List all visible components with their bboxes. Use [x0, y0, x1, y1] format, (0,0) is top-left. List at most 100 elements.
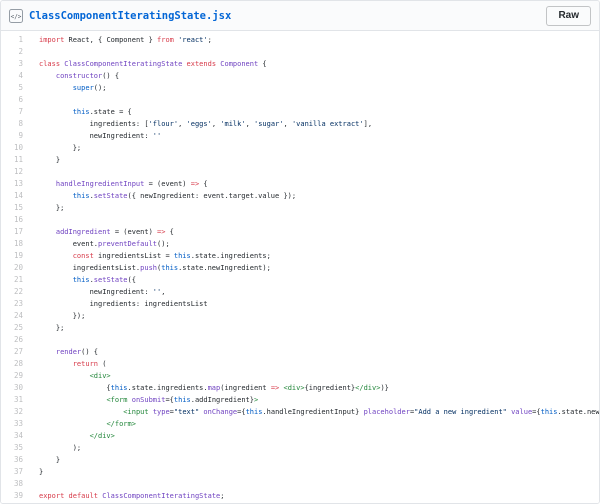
- code-line: 14 this.setState({ newIngredient: event.…: [1, 190, 599, 202]
- code-text: this.setState({: [72, 276, 136, 284]
- line-number[interactable]: 6: [1, 94, 31, 106]
- line-number[interactable]: 5: [1, 82, 31, 94]
- code-text: });: [39, 312, 86, 320]
- code-table: 1 import React, { Component } from 'react…: [1, 34, 599, 502]
- code-line: 21 this.setState({: [1, 274, 599, 286]
- line-number[interactable]: 38: [1, 478, 31, 490]
- code-line: 27 render() {: [1, 346, 599, 358]
- code-text: {this.state.ingredients.map(ingredient =…: [39, 384, 389, 392]
- code-text: </div>: [89, 432, 115, 440]
- line-number[interactable]: 17: [1, 226, 31, 238]
- line-number[interactable]: 28: [1, 358, 31, 370]
- line-number[interactable]: 22: [1, 286, 31, 298]
- line-number[interactable]: 16: [1, 214, 31, 226]
- code-text: newIngredient: '': [39, 132, 162, 140]
- code-area: 1 import React, { Component } from 'react…: [1, 31, 599, 503]
- code-line: 22 newIngredient: '',: [1, 286, 599, 298]
- line-number[interactable]: 15: [1, 202, 31, 214]
- line-number[interactable]: 21: [1, 274, 31, 286]
- line-number[interactable]: 1: [1, 34, 31, 46]
- line-number[interactable]: 23: [1, 298, 31, 310]
- code-text: return (: [72, 360, 107, 368]
- raw-button[interactable]: Raw: [546, 5, 591, 26]
- code-line: 5 super();: [1, 82, 599, 94]
- line-number[interactable]: 25: [1, 322, 31, 334]
- code-line: 15 };: [1, 202, 599, 214]
- line-number[interactable]: 31: [1, 394, 31, 406]
- code-line: 11 }: [1, 154, 599, 166]
- line-number[interactable]: 26: [1, 334, 31, 346]
- code-text: addIngredient = (event) => {: [55, 228, 174, 236]
- code-text: this.state = {: [72, 108, 132, 116]
- line-number[interactable]: 39: [1, 490, 31, 502]
- code-line: 18 event.preventDefault();: [1, 238, 599, 250]
- code-line: 29 <div>: [1, 370, 599, 382]
- line-number[interactable]: 11: [1, 154, 31, 166]
- code-line: 28 return (: [1, 358, 599, 370]
- code-text: super();: [72, 84, 107, 92]
- code-line: 30 {this.state.ingredients.map(ingredien…: [1, 382, 599, 394]
- line-number[interactable]: 30: [1, 382, 31, 394]
- code-text: event.preventDefault();: [39, 240, 170, 248]
- code-text: <form onSubmit={this.addIngredient}>: [106, 396, 259, 404]
- line-number[interactable]: 29: [1, 370, 31, 382]
- file-header: </> ClassComponentIteratingState.jsx Raw: [1, 1, 599, 31]
- line-number[interactable]: 33: [1, 418, 31, 430]
- code-text: };: [39, 324, 65, 332]
- line-number[interactable]: 37: [1, 466, 31, 478]
- line-number[interactable]: 14: [1, 190, 31, 202]
- code-line: 2: [1, 46, 599, 58]
- code-line: 34 </div>: [1, 430, 599, 442]
- code-text: constructor() {: [55, 72, 120, 80]
- code-line: 4 constructor() {: [1, 70, 599, 82]
- code-line: 9 newIngredient: '': [1, 130, 599, 142]
- code-text: const ingredientsList = this.state.ingre…: [72, 252, 271, 260]
- line-number[interactable]: 13: [1, 178, 31, 190]
- code-text: ingredients: ['flour', 'eggs', 'milk', '…: [39, 120, 373, 128]
- line-number[interactable]: 32: [1, 406, 31, 418]
- line-number[interactable]: 18: [1, 238, 31, 250]
- code-line: 36 }: [1, 454, 599, 466]
- code-line: 1 import React, { Component } from 'react…: [1, 34, 599, 46]
- code-text: ingredients: ingredientsList: [39, 300, 208, 308]
- line-number[interactable]: 2: [1, 46, 31, 58]
- line-number[interactable]: 3: [1, 58, 31, 70]
- line-number[interactable]: 12: [1, 166, 31, 178]
- code-line: 26: [1, 334, 599, 346]
- code-line: 31 <form onSubmit={this.addIngredient}>: [1, 394, 599, 406]
- code-line: 20 ingredientsList.push(this.state.newIn…: [1, 262, 599, 274]
- code-text: newIngredient: '',: [39, 288, 166, 296]
- line-number[interactable]: 20: [1, 262, 31, 274]
- code-text: class ClassComponentIteratingState exten…: [39, 60, 267, 68]
- line-number[interactable]: 35: [1, 442, 31, 454]
- code-text: };: [39, 144, 82, 152]
- line-number[interactable]: 36: [1, 454, 31, 466]
- line-number[interactable]: 19: [1, 250, 31, 262]
- line-number[interactable]: 10: [1, 142, 31, 154]
- code-text: }: [39, 456, 61, 464]
- code-line: 39 export default ClassComponentIterating…: [1, 490, 599, 502]
- line-number[interactable]: 34: [1, 430, 31, 442]
- line-number[interactable]: 8: [1, 118, 31, 130]
- line-number[interactable]: 24: [1, 310, 31, 322]
- code-text: import React, { Component } from 'react'…: [39, 36, 212, 44]
- code-line: 12: [1, 166, 599, 178]
- file-name-link[interactable]: ClassComponentIteratingState.jsx: [29, 10, 546, 22]
- line-number[interactable]: 9: [1, 130, 31, 142]
- line-number[interactable]: 4: [1, 70, 31, 82]
- file-viewer: </> ClassComponentIteratingState.jsx Raw…: [0, 0, 600, 504]
- line-number[interactable]: 7: [1, 106, 31, 118]
- line-number[interactable]: 27: [1, 346, 31, 358]
- code-line: 3 class ClassComponentIteratingState exte…: [1, 58, 599, 70]
- code-line: 16: [1, 214, 599, 226]
- code-line: 13 handleIngredientInput = (event) => {: [1, 178, 599, 190]
- svg-text:</>: </>: [11, 13, 22, 20]
- code-line: 37}: [1, 466, 599, 478]
- code-line: 33 </form>: [1, 418, 599, 430]
- code-text: handleIngredientInput = (event) => {: [55, 180, 208, 188]
- code-text: ingredientsList.push(this.state.newIngre…: [39, 264, 271, 272]
